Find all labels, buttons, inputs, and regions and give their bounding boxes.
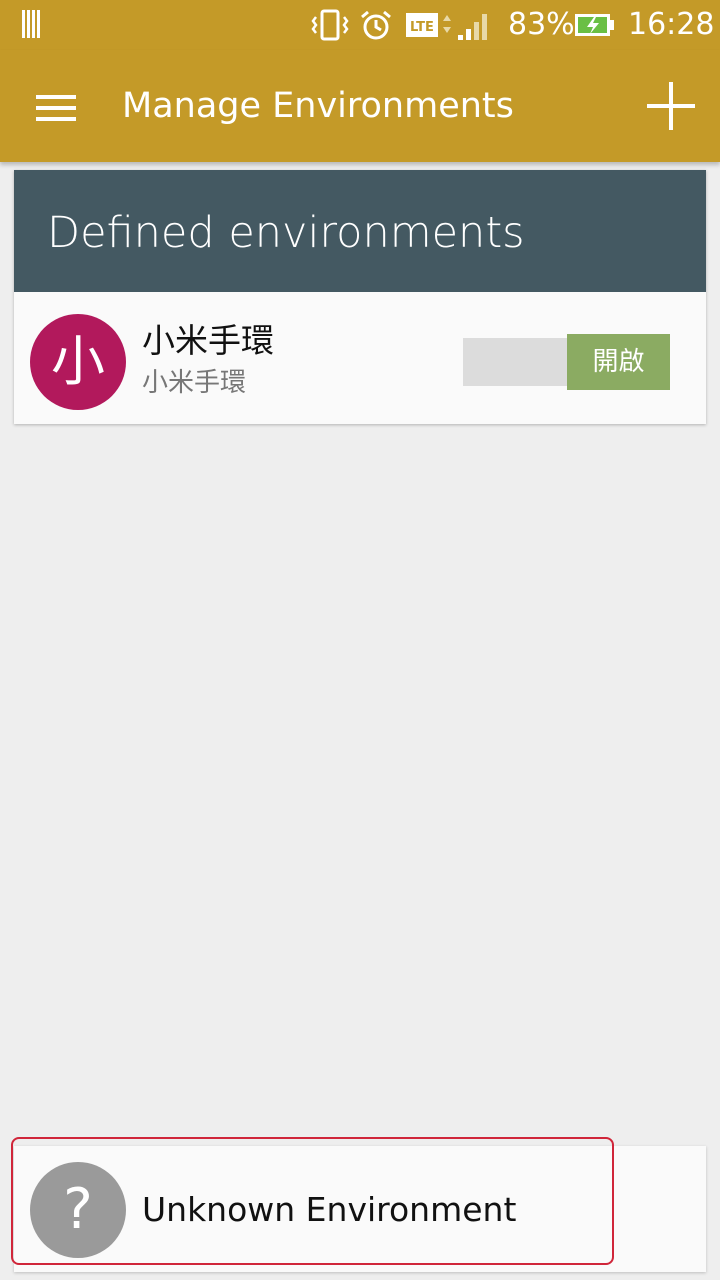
page-title: Manage Environments	[122, 86, 514, 126]
environment-name[interactable]: 小米手環	[142, 320, 274, 362]
network-label: LTE	[410, 20, 434, 35]
add-environment-button[interactable]	[647, 82, 695, 130]
unknown-environment-label[interactable]: Unknown Environment	[142, 1189, 516, 1231]
environment-avatar: 小	[30, 314, 126, 410]
question-icon: ?	[30, 1162, 126, 1258]
battery-charging-icon	[575, 14, 614, 36]
environment-subtitle: 小米手環	[142, 368, 247, 398]
notification-icon	[22, 10, 48, 38]
card-header-title: Defined environments	[47, 208, 525, 258]
lte-signal-icon: LTE	[406, 13, 487, 40]
environment-toggle[interactable]	[463, 338, 573, 386]
toggle-on-label[interactable]: 開啟	[567, 334, 670, 390]
hamburger-menu-icon[interactable]	[36, 95, 76, 121]
status-bar: LTE 83% 16:28	[0, 0, 720, 50]
card-header: Defined environments	[14, 170, 706, 292]
vibrate-icon	[311, 9, 349, 41]
alarm-icon	[361, 10, 391, 40]
battery-percent: 83%	[508, 7, 575, 42]
app-bar: Manage Environments	[0, 50, 720, 162]
defined-environments-card: Defined environments 小 小米手環 小米手環 開啟	[14, 170, 706, 424]
clock: 16:28	[628, 7, 715, 42]
